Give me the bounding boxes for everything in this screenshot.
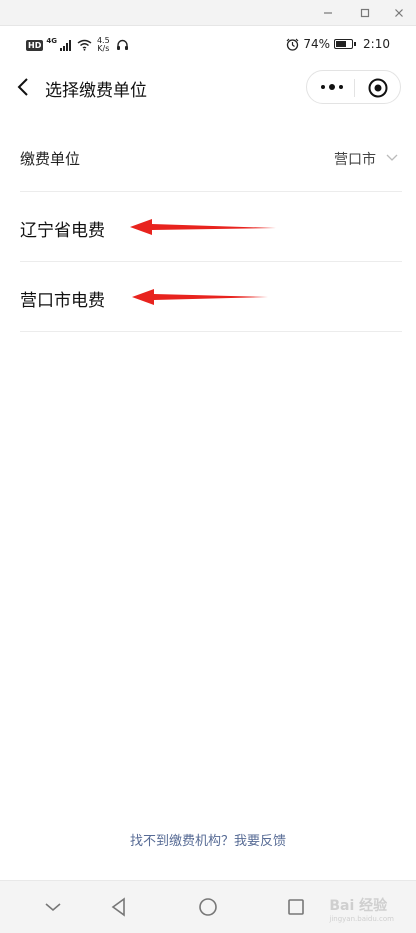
- status-bar: HD 4G 4.5 K/s 74% 2:10: [0, 26, 416, 64]
- headset-icon: [116, 39, 128, 50]
- list-item-liaoning-electricity[interactable]: 辽宁省电费: [20, 192, 402, 262]
- more-options-icon[interactable]: [313, 73, 351, 101]
- alarm-icon: [286, 38, 299, 51]
- nav-back-icon[interactable]: [107, 895, 131, 919]
- unit-selector-label: 缴费单位: [20, 150, 81, 168]
- list-item-label: 营口市电费: [20, 291, 105, 311]
- close-mini-program-icon[interactable]: [367, 77, 389, 99]
- red-arrow-annotation: [130, 219, 276, 235]
- collapse-chevron-icon[interactable]: [41, 895, 65, 919]
- list-item-yingkou-electricity[interactable]: 营口市电费: [20, 262, 402, 332]
- wifi-icon: [77, 39, 92, 51]
- baidu-jingyan-watermark: Bai 经验 jingyan.baidu.com: [329, 898, 394, 923]
- page-title: 选择缴费单位: [45, 81, 147, 101]
- unit-selector-value: 营口市: [334, 152, 376, 168]
- hd-badge: HD: [26, 39, 44, 51]
- feedback-link[interactable]: 找不到缴费机构？我要反馈: [0, 830, 416, 849]
- battery-percent: 74%: [303, 37, 331, 51]
- unit-selector-row[interactable]: 缴费单位 营口市: [20, 122, 402, 192]
- clock: 2:10: [363, 37, 390, 51]
- list-item-label: 辽宁省电费: [20, 221, 105, 241]
- minimize-icon[interactable]: [319, 4, 337, 22]
- nav-home-icon[interactable]: [196, 895, 220, 919]
- mini-program-capsule: [306, 70, 401, 104]
- nav-recent-apps-icon[interactable]: [284, 895, 308, 919]
- red-arrow-annotation: [132, 289, 268, 305]
- signal-icon: [59, 39, 71, 51]
- back-icon[interactable]: [14, 76, 34, 98]
- maximize-icon[interactable]: [356, 4, 374, 22]
- network-speed: 4.5 K/s: [96, 36, 110, 53]
- battery-icon: [334, 39, 357, 49]
- system-navigation-bar: Bai 经验 jingyan.baidu.com: [0, 880, 416, 933]
- navigation-bar: 选择缴费单位: [0, 64, 416, 110]
- network-type: 4G: [46, 37, 57, 45]
- window-titlebar: [0, 0, 416, 26]
- capsule-divider: [354, 79, 355, 97]
- chevron-down-icon: [386, 154, 398, 161]
- close-icon[interactable]: [390, 4, 408, 22]
- payment-unit-list: 缴费单位 营口市 辽宁省电费 营口市电费: [20, 122, 402, 332]
